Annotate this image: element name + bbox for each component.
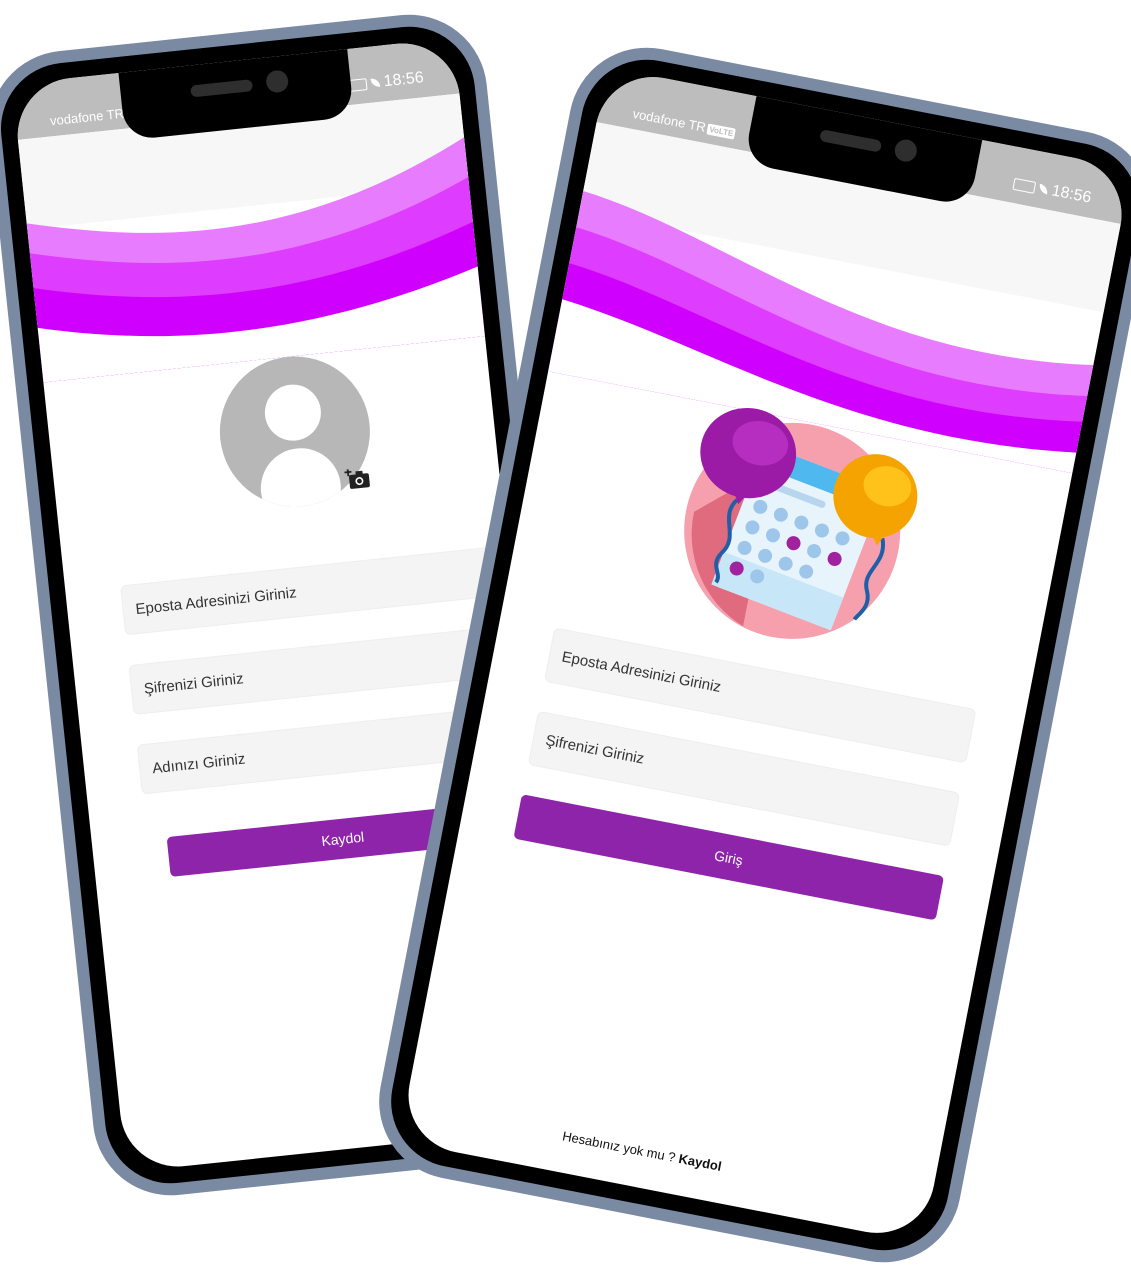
- signup-prompt-text: Hesabınız yok mu ?: [561, 1128, 677, 1165]
- password-input[interactable]: Şifrenizi Giriniz: [128, 625, 512, 715]
- email-placeholder: Eposta Adresinizi Giriniz: [134, 583, 298, 618]
- front-camera: [892, 137, 919, 164]
- volte-badge: VoLTE: [706, 123, 737, 140]
- email-input[interactable]: Eposta Adresinizi Giriniz: [120, 545, 504, 636]
- add-photo-camera-icon[interactable]: [344, 467, 372, 492]
- speaker: [819, 129, 883, 153]
- password-placeholder: Şifrenizi Giriniz: [143, 669, 245, 698]
- password-placeholder: Şifrenizi Giriniz: [544, 731, 646, 768]
- signup-link[interactable]: Kaydol: [677, 1151, 722, 1174]
- battery-icon: [1012, 177, 1037, 194]
- email-placeholder: Eposta Adresinizi Giriniz: [560, 648, 723, 696]
- status-right: 18:56: [1012, 175, 1093, 208]
- name-placeholder: Adınızı Giriniz: [151, 750, 247, 777]
- clock: 18:56: [1050, 182, 1093, 207]
- leaf-icon: [1038, 184, 1049, 195]
- speaker: [190, 79, 254, 98]
- calendar-balloons-illustration: [684, 407, 918, 639]
- login-screen: vodafone TRVoLTE 18:56 Eposta Adresinizi…: [398, 67, 1131, 1243]
- signup-prompt: Hesabınız yok mu ? Kaydol: [561, 1128, 723, 1174]
- leaf-icon: [370, 78, 381, 88]
- clock: 18:56: [382, 69, 425, 91]
- front-camera: [265, 69, 290, 94]
- status-right: 18:56: [344, 69, 424, 95]
